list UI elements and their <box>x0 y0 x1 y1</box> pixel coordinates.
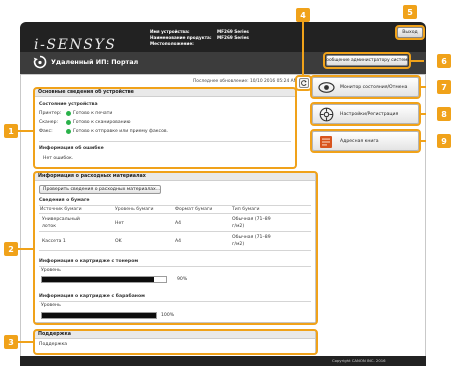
device-name-label: Имя устройства: <box>150 29 190 34</box>
callout-number-5: 5 <box>403 5 417 19</box>
product-name-value: MF269 Series <box>217 35 249 40</box>
callout-leader-4 <box>302 22 304 75</box>
callout-outline-1 <box>33 87 297 169</box>
callout-outline-6 <box>323 52 411 69</box>
callout-outline-9 <box>310 129 421 153</box>
callout-leader-3 <box>18 341 33 343</box>
product-name-label: Наименование продукта: <box>150 35 212 40</box>
remote-ui-icon <box>33 55 47 69</box>
callout-leader-2 <box>18 248 33 250</box>
callout-leader-7 <box>421 86 426 88</box>
page-title: Удаленный ИП: Портал <box>51 58 139 66</box>
copyright-text: Copyright CANON INC. 2016 <box>332 358 386 363</box>
callout-leader-1 <box>18 130 33 132</box>
callout-number-7: 7 <box>437 80 451 94</box>
callout-number-4: 4 <box>296 8 310 22</box>
callout-outline-7 <box>310 75 421 99</box>
last-updated-text: Последнее обновление: 10/10 2016 05:24 A… <box>193 79 298 84</box>
callout-number-8: 8 <box>437 107 451 121</box>
callout-number-9: 9 <box>437 134 451 148</box>
callout-outline-8 <box>310 102 421 126</box>
callout-outline-2 <box>33 171 318 325</box>
callout-leader-6 <box>411 60 424 62</box>
location-label: Местоположение: <box>150 41 194 46</box>
callout-leader-8 <box>421 113 426 115</box>
brand-logo: i-SENSYS <box>34 37 117 53</box>
callout-outline-3 <box>33 329 318 355</box>
device-name-value: MF269 Series <box>217 29 249 34</box>
callout-leader-9 <box>421 140 426 142</box>
callout-number-3: 3 <box>4 335 18 349</box>
callout-number-2: 2 <box>4 242 18 256</box>
callout-number-6: 6 <box>437 54 451 68</box>
callout-number-1: 1 <box>4 124 18 138</box>
callout-outline-5 <box>395 25 425 40</box>
